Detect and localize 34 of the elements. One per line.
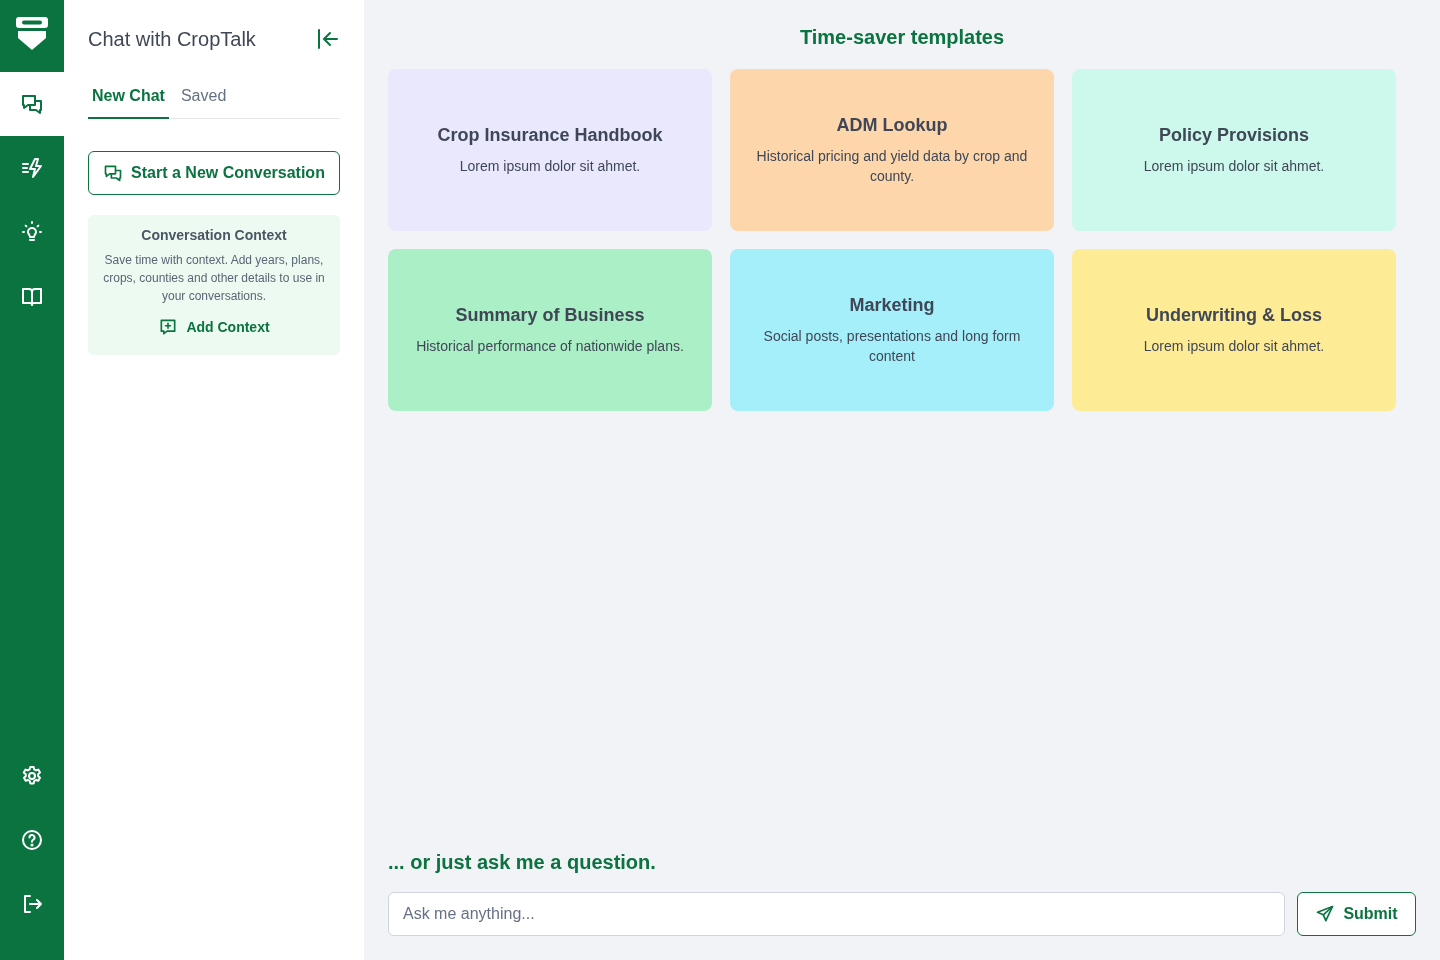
card-description: Historical pricing and yield data by crop and county.	[755, 146, 1029, 186]
template-card[interactable]: Crop Insurance Handbook Lorem ipsum dolor sit ahmet.	[388, 69, 712, 231]
card-title: Crop Insurance Handbook	[437, 124, 663, 146]
card-title: Marketing	[849, 294, 935, 316]
send-icon	[1315, 904, 1336, 924]
ask-heading: ... or just ask me a question.	[388, 851, 657, 874]
card-description: Lorem ipsum dolor sit ahmet.	[459, 156, 641, 176]
template-card[interactable]: ADM Lookup Historical pricing and yield data by crop and county.	[730, 69, 1054, 231]
add-context-button[interactable]: Add Context	[156, 315, 272, 339]
card-description: Social posts, presentations and long form content	[762, 326, 1022, 366]
template-card[interactable]: Summary of Business Historical performance of nationwide plans.	[388, 249, 712, 411]
templates-heading: Time-saver templates	[798, 26, 1006, 49]
card-title: Summary of Business	[455, 304, 645, 326]
card-description: Lorem ipsum dolor sit ahmet.	[1143, 336, 1325, 356]
chat-bubbles-icon	[103, 163, 124, 183]
template-card[interactable]: Marketing Social posts, presentations and long form content	[730, 249, 1054, 411]
start-conversation-button[interactable]: Start a New Conversation	[88, 151, 340, 195]
chat-bubbles-icon[interactable]	[0, 72, 64, 136]
sidebar-title: Chat with CropTalk	[88, 27, 256, 51]
card-description: Lorem ipsum dolor sit ahmet.	[1143, 156, 1325, 176]
card-title: ADM Lookup	[836, 114, 948, 136]
card-description: Historical performance of nationwide plans.	[416, 336, 684, 356]
card-title: Policy Provisions	[1158, 124, 1310, 146]
question-input-field[interactable]: Ask me anything...	[388, 892, 1285, 936]
plus-chat-icon	[158, 317, 179, 337]
tab[interactable]: Saved	[176, 79, 231, 119]
collapse-sidebar-icon[interactable]	[316, 27, 340, 51]
submit-button[interactable]: Submit	[1297, 892, 1416, 936]
template-card[interactable]: Policy Provisions Lorem ipsum dolor sit ahmet.	[1072, 69, 1396, 231]
context-title: Conversation Context	[140, 227, 288, 243]
card-title: Underwriting & Loss	[1146, 304, 1322, 326]
template-card[interactable]: Underwriting & Loss Lorem ipsum dolor sit ahmet.	[1072, 249, 1396, 411]
context-description: Save time with context. Add years, plans, crops, counties and other details to use in your conversations.	[102, 252, 326, 305]
tab[interactable]: New Chat	[88, 79, 169, 119]
